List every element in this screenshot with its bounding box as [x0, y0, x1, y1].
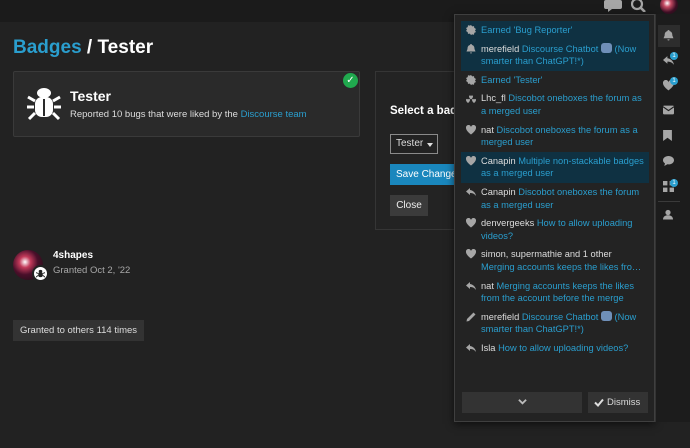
badge-name: Tester — [70, 88, 111, 104]
notification-item[interactable]: Isla How to allow uploading videos? — [461, 339, 649, 358]
heart-icon — [466, 249, 476, 259]
notification-user: Canapin — [481, 186, 516, 197]
badge-select[interactable]: Tester — [390, 134, 438, 154]
caret-down-icon — [427, 143, 433, 147]
heart-icon — [466, 124, 476, 135]
notification-user: Isla — [481, 342, 496, 353]
envelope-icon — [663, 105, 674, 115]
rail-tab-bookmarks[interactable] — [658, 125, 680, 147]
bell-icon — [466, 43, 476, 54]
chevron-down-icon — [518, 399, 527, 405]
rail-tab-chat[interactable] — [658, 151, 680, 173]
notification-item[interactable]: Lhc_fl Discobot oneboxes the forum as a … — [461, 89, 649, 120]
bookmark-icon — [663, 130, 672, 141]
check-icon: ✓ — [343, 73, 358, 88]
notification-item[interactable]: simon, supermathie and 1 other Merging a… — [461, 245, 649, 276]
notification-item[interactable]: Canapin Multiple non-stackable badges as… — [461, 151, 649, 183]
granted-username[interactable]: 4shapes — [53, 250, 93, 261]
bell-icon — [663, 30, 674, 41]
likes-count-badge: 1 — [670, 77, 678, 85]
notification-text: Merging accounts keeps the likes from th… — [481, 280, 634, 304]
chat-icon — [663, 156, 674, 166]
reply-icon — [466, 343, 476, 352]
notification-item[interactable]: Earned 'Bug Reporter' — [461, 21, 649, 40]
notification-text: Earned 'Bug Reporter' — [481, 25, 573, 35]
rail-tab-messages[interactable] — [658, 100, 680, 122]
page-title: Badges / Tester — [13, 37, 153, 59]
search-icon[interactable] — [630, 0, 651, 14]
notification-item[interactable]: denvergeeks How to allow uploading video… — [461, 214, 649, 245]
badge-icon — [466, 25, 476, 35]
breadcrumb-current: Tester — [97, 37, 154, 58]
robot-emoji — [600, 310, 612, 321]
notification-user: nat — [481, 280, 494, 291]
pencil-icon — [466, 312, 476, 322]
save-changes-button[interactable]: Save Changes — [390, 164, 460, 185]
breadcrumb-separator: / — [81, 37, 98, 58]
notification-user: Canapin — [481, 155, 516, 166]
notification-user: merefield — [481, 43, 520, 54]
breadcrumb-badges-link[interactable]: Badges — [13, 37, 82, 58]
review-count-badge: 1 — [670, 179, 678, 187]
notification-user: denvergeeks — [481, 218, 535, 229]
replies-count-badge: 1 — [670, 52, 678, 60]
dismiss-button[interactable]: Dismiss — [588, 392, 648, 413]
check-icon — [594, 398, 604, 407]
dismiss-label: Dismiss — [607, 397, 641, 408]
notification-text: Earned 'Tester' — [481, 74, 543, 85]
notification-user: merefield — [481, 311, 520, 322]
bug-icon — [27, 88, 61, 121]
rail-tab-profile[interactable] — [658, 204, 680, 226]
robot-emoji — [600, 42, 612, 53]
notification-text: Discobot oneboxes the forum as a merged … — [481, 124, 638, 148]
notification-item[interactable]: Earned 'Tester' — [461, 71, 649, 90]
chat-bubble-icon[interactable] — [604, 0, 624, 14]
close-button[interactable]: Close — [390, 195, 428, 216]
notification-item[interactable]: nat Merging accounts keeps the likes fro… — [461, 277, 649, 308]
user-icon — [663, 209, 673, 220]
badge-card — [13, 71, 360, 137]
rail-divider — [658, 201, 680, 202]
show-more-notifications-button[interactable] — [462, 392, 582, 413]
granted-to-others-button[interactable]: Granted to others 114 times — [13, 320, 145, 341]
badge-description-text: Reported 10 bugs that were liked by the — [70, 109, 241, 120]
granted-date: Granted Oct 2, '22 — [53, 265, 131, 276]
notification-user: nat — [481, 124, 494, 135]
badge-select-value: Tester — [396, 138, 424, 149]
discourse-team-link[interactable]: Discourse team — [241, 109, 307, 120]
bug-badge-icon — [32, 265, 49, 282]
badge-icon — [466, 74, 476, 85]
notification-user: Lhc_fl — [481, 93, 506, 104]
current-user-avatar[interactable] — [660, 0, 678, 14]
notification-item[interactable]: merefield Discourse Chatbot (Now smarter… — [461, 308, 649, 339]
notification-item[interactable]: nat Discobot oneboxes the forum as a mer… — [461, 121, 649, 152]
reply-icon — [466, 281, 476, 290]
notification-item[interactable]: Canapin Discobot oneboxes the forum as a… — [461, 183, 649, 214]
reply-icon — [466, 187, 476, 196]
notification-item[interactable]: merefield Discourse Chatbot (Now smarter… — [461, 39, 649, 71]
badge-description: Reported 10 bugs that were liked by the … — [70, 109, 307, 120]
heart-multiple-icon — [466, 95, 476, 104]
notification-text: How to allow uploading videos? — [498, 342, 629, 353]
notification-user: simon, supermathie and 1 other — [481, 249, 612, 260]
notification-text: Discourse Chatbot — [521, 311, 599, 322]
heart-icon — [466, 155, 476, 166]
heart-icon — [466, 218, 476, 228]
notification-text: Merging accounts keeps the likes fro… — [481, 261, 642, 272]
notifications-list: Earned 'Bug Reporter' merefield Discours… — [461, 21, 649, 357]
notification-text: Discobot oneboxes the forum as a merged … — [481, 93, 642, 116]
rail-tab-notifications[interactable] — [658, 25, 680, 47]
notification-text: Discourse Chatbot — [521, 43, 599, 54]
